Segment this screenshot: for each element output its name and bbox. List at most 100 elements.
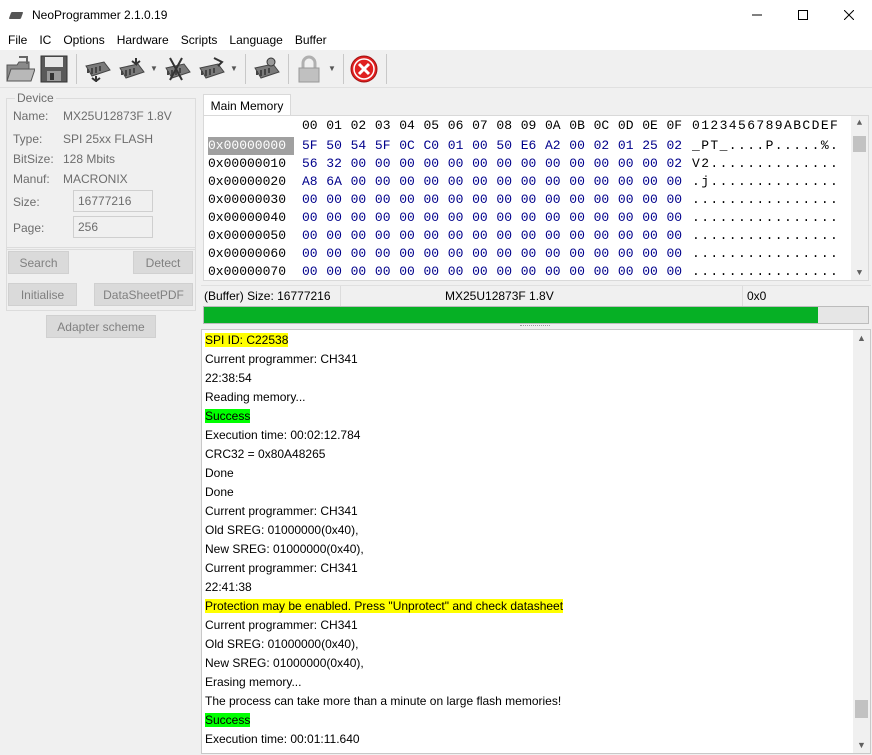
- menu-language[interactable]: Language: [223, 30, 288, 50]
- hex-byte[interactable]: 00: [667, 227, 691, 245]
- hex-byte[interactable]: 0C: [399, 137, 423, 155]
- scroll-up-icon[interactable]: ▲: [853, 333, 870, 343]
- hex-byte[interactable]: 00: [424, 173, 448, 191]
- log-scrollbar[interactable]: ▲ ▼: [853, 330, 870, 753]
- hex-byte[interactable]: 00: [302, 191, 326, 209]
- hex-byte[interactable]: 00: [545, 209, 569, 227]
- hex-byte[interactable]: 54: [351, 137, 375, 155]
- hex-byte[interactable]: 00: [424, 227, 448, 245]
- detect-button[interactable]: Detect: [133, 251, 193, 274]
- stop-button[interactable]: [348, 53, 380, 85]
- hex-byte[interactable]: 00: [618, 173, 642, 191]
- hex-byte[interactable]: 00: [667, 191, 691, 209]
- hex-byte[interactable]: 00: [326, 263, 350, 280]
- hex-byte[interactable]: 00: [496, 227, 520, 245]
- hex-row[interactable]: 0x00000040 00 00 00 00 00 00 00 00 00 00 00 00 00 00 00…: [204, 209, 854, 227]
- hex-byte[interactable]: 00: [496, 155, 520, 173]
- hex-byte[interactable]: 02: [667, 155, 691, 173]
- hex-byte[interactable]: 00: [472, 137, 496, 155]
- hex-byte[interactable]: 00: [375, 191, 399, 209]
- hex-byte[interactable]: 00: [375, 263, 399, 280]
- hex-byte[interactable]: 00: [521, 209, 545, 227]
- menu-hardware[interactable]: Hardware: [111, 30, 175, 50]
- hex-byte[interactable]: 00: [472, 155, 496, 173]
- menu-ic[interactable]: IC: [33, 30, 57, 50]
- write-dropdown-arrow[interactable]: ▼: [149, 53, 159, 85]
- hex-byte[interactable]: 00: [472, 263, 496, 280]
- erase-dropdown-arrow[interactable]: ▼: [229, 53, 239, 85]
- hex-byte[interactable]: 00: [594, 227, 618, 245]
- initialise-button[interactable]: Initialise: [8, 283, 77, 306]
- hex-byte[interactable]: 00: [351, 245, 375, 263]
- hex-byte[interactable]: 50: [326, 137, 350, 155]
- hex-byte[interactable]: 00: [472, 209, 496, 227]
- tab-main-memory[interactable]: Main Memory: [203, 94, 291, 116]
- hex-byte[interactable]: 00: [594, 173, 618, 191]
- menu-buffer[interactable]: Buffer: [289, 30, 333, 50]
- hex-byte[interactable]: 00: [424, 209, 448, 227]
- hex-row[interactable]: 0x00000010 56 32 00 00 00 00 00 00 00 00 00 00 00 00 00…: [204, 155, 854, 173]
- hex-byte[interactable]: 00: [521, 263, 545, 280]
- hex-byte[interactable]: 00: [569, 209, 593, 227]
- search-button[interactable]: Search: [8, 251, 69, 274]
- scroll-down-icon[interactable]: ▼: [853, 740, 870, 750]
- hex-byte[interactable]: 00: [545, 155, 569, 173]
- hex-byte[interactable]: 00: [642, 209, 666, 227]
- hex-byte[interactable]: 00: [399, 227, 423, 245]
- close-button[interactable]: [826, 0, 872, 30]
- save-button[interactable]: [38, 53, 70, 85]
- log-panel[interactable]: SPI ID: C22538 Current programmer: CH341 2…: [201, 329, 871, 754]
- hex-byte[interactable]: 00: [496, 191, 520, 209]
- hex-row[interactable]: 0x00000060 00 00 00 00 00 00 00 00 00 00 00 00 00 00 00…: [204, 245, 854, 263]
- hex-byte[interactable]: 56: [302, 155, 326, 173]
- hex-byte[interactable]: 00: [521, 191, 545, 209]
- hex-byte[interactable]: 32: [326, 155, 350, 173]
- hex-row[interactable]: 0x00000050 00 00 00 00 00 00 00 00 00 00 00 00 00 00 00…: [204, 227, 854, 245]
- hex-byte[interactable]: 25: [642, 137, 666, 155]
- open-button[interactable]: [4, 53, 36, 85]
- hex-byte[interactable]: 00: [667, 245, 691, 263]
- hex-byte[interactable]: 00: [448, 209, 472, 227]
- hex-byte[interactable]: 00: [302, 263, 326, 280]
- log-scroll-thumb[interactable]: [855, 700, 868, 718]
- hex-byte[interactable]: 00: [569, 245, 593, 263]
- hex-byte[interactable]: 00: [594, 263, 618, 280]
- hex-byte[interactable]: 00: [302, 245, 326, 263]
- hex-byte[interactable]: 00: [545, 263, 569, 280]
- hex-byte[interactable]: 00: [424, 191, 448, 209]
- hex-byte[interactable]: 00: [399, 155, 423, 173]
- datasheet-button[interactable]: DataSheetPDF: [94, 283, 193, 306]
- hex-byte[interactable]: 00: [326, 227, 350, 245]
- hex-byte[interactable]: 00: [351, 263, 375, 280]
- verify-button[interactable]: [161, 53, 193, 85]
- hex-byte[interactable]: A8: [302, 173, 326, 191]
- hex-byte[interactable]: 00: [521, 155, 545, 173]
- menu-scripts[interactable]: Scripts: [175, 30, 224, 50]
- hex-row[interactable]: 0x00000070 00 00 00 00 00 00 00 00 00 00 00 00 00 00 00…: [204, 263, 854, 280]
- hex-byte[interactable]: 00: [496, 173, 520, 191]
- hex-byte[interactable]: 00: [569, 263, 593, 280]
- chip-settings-button[interactable]: [250, 53, 282, 85]
- hex-byte[interactable]: 00: [642, 155, 666, 173]
- hex-byte[interactable]: 00: [618, 191, 642, 209]
- hex-byte[interactable]: 00: [448, 245, 472, 263]
- maximize-button[interactable]: [780, 0, 826, 30]
- hex-byte[interactable]: E6: [521, 137, 545, 155]
- size-field[interactable]: 16777216: [73, 190, 153, 212]
- hex-byte[interactable]: 00: [326, 191, 350, 209]
- minimize-button[interactable]: [734, 0, 780, 30]
- hex-byte[interactable]: 50: [496, 137, 520, 155]
- hex-byte[interactable]: 00: [448, 263, 472, 280]
- hex-byte[interactable]: 01: [448, 137, 472, 155]
- hex-byte[interactable]: 00: [448, 155, 472, 173]
- hex-byte[interactable]: 00: [594, 155, 618, 173]
- hex-row[interactable]: 0x00000030 00 00 00 00 00 00 00 00 00 00 00 00 00 00 00…: [204, 191, 854, 209]
- hex-byte[interactable]: 00: [642, 173, 666, 191]
- hex-byte[interactable]: C0: [424, 137, 448, 155]
- hex-byte[interactable]: 00: [594, 209, 618, 227]
- hex-byte[interactable]: 00: [448, 191, 472, 209]
- hex-byte[interactable]: 00: [618, 227, 642, 245]
- page-field[interactable]: 256: [73, 216, 153, 238]
- hex-row[interactable]: 0x00000000 5F 50 54 5F 0C C0 01 00 50 E6 A2 00 02 01 25…: [204, 137, 854, 155]
- hex-byte[interactable]: 00: [302, 227, 326, 245]
